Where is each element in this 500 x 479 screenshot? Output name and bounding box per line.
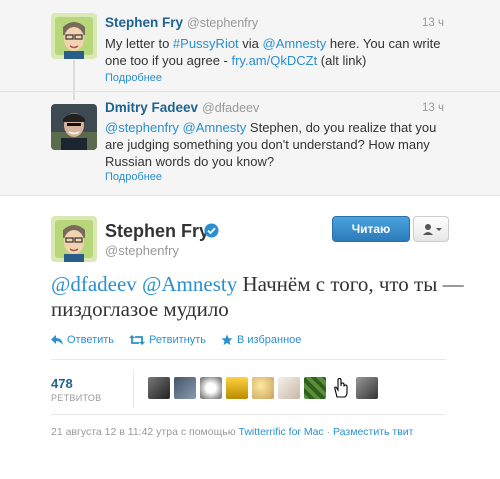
tweet-timestamp[interactable]: 21 августа 12 в 11:42 утра с помощью bbox=[51, 426, 236, 438]
mention-link[interactable]: @Amnesty bbox=[142, 272, 237, 296]
avatar[interactable] bbox=[174, 377, 196, 399]
avatar[interactable] bbox=[252, 377, 274, 399]
tweet-header: Stephen Fry @stephenfry bbox=[105, 15, 258, 30]
divider bbox=[51, 414, 446, 415]
avatar[interactable] bbox=[148, 377, 170, 399]
main-tweet: Stephen Fry @stephenfry Читаю @dfadeev @… bbox=[0, 197, 500, 479]
timestamp[interactable]: 13 ч bbox=[422, 102, 444, 114]
hand-cursor-icon bbox=[330, 377, 352, 399]
timestamp[interactable]: 13 ч bbox=[422, 17, 444, 29]
conversation-tweet[interactable]: Dmitry Fadeev @dfadeev 13 ч @stephenfry @… bbox=[0, 93, 500, 196]
author-name[interactable]: Stephen Fry bbox=[105, 221, 209, 242]
tweet-text: My letter to #PussyRiot via @Amnesty her… bbox=[105, 36, 441, 68]
mention-link[interactable]: @dfadeev bbox=[51, 272, 137, 296]
divider bbox=[51, 359, 446, 360]
author-name[interactable]: Stephen Fry bbox=[105, 15, 183, 30]
author-name[interactable]: Dmitry Fadeev bbox=[105, 100, 198, 115]
mention-link[interactable]: @Amnesty bbox=[183, 120, 247, 135]
author-handle[interactable]: @stephenfry bbox=[105, 243, 179, 258]
author-handle[interactable]: @stephenfry bbox=[187, 16, 258, 30]
star-icon bbox=[221, 334, 233, 345]
following-button[interactable]: Читаю bbox=[332, 216, 410, 242]
retweet-label: РЕТВИТОВ bbox=[51, 393, 102, 403]
author-handle[interactable]: @dfadeev bbox=[202, 101, 259, 115]
user-actions-button[interactable] bbox=[413, 216, 449, 242]
verified-badge-icon bbox=[204, 223, 219, 238]
avatar[interactable] bbox=[226, 377, 248, 399]
retweet-button[interactable]: Ретвитнуть bbox=[129, 334, 206, 346]
user-dropdown-icon bbox=[423, 224, 442, 235]
embed-tweet-link[interactable]: Разместить твит bbox=[333, 426, 413, 438]
avatar[interactable] bbox=[51, 104, 97, 150]
footer-separator: · bbox=[326, 426, 331, 438]
tweet-text: @stephenfry @Amnesty Stephen, do you rea… bbox=[105, 120, 437, 169]
avatar[interactable] bbox=[51, 216, 97, 262]
avatar[interactable] bbox=[200, 377, 222, 399]
conversation-tweet[interactable]: Stephen Fry @stephenfry 13 ч My letter to… bbox=[0, 0, 500, 92]
retweet-stats[interactable]: 478 РЕТВИТОВ bbox=[51, 376, 101, 403]
tweet-footer: 21 августа 12 в 11:42 утра с помощью Twi… bbox=[51, 426, 413, 438]
tweet-header: Dmitry Fadeev @dfadeev bbox=[105, 100, 259, 115]
mention-link[interactable]: @stephenfry bbox=[105, 120, 179, 135]
favorite-button[interactable]: В избранное bbox=[221, 334, 301, 346]
client-link[interactable]: Twitterrific for Mac bbox=[239, 426, 324, 438]
reply-icon bbox=[51, 335, 63, 345]
conversation-thread: Stephen Fry @stephenfry 13 ч My letter to… bbox=[0, 0, 500, 196]
mention-link[interactable]: @Amnesty bbox=[263, 36, 327, 51]
url-link[interactable]: fry.am/QkDCZt bbox=[231, 53, 317, 68]
avatar[interactable] bbox=[304, 377, 326, 399]
hashtag-link[interactable]: #PussyRiot bbox=[173, 36, 239, 51]
retweet-count: 478 bbox=[51, 376, 73, 391]
divider bbox=[133, 370, 134, 408]
retweet-icon bbox=[129, 335, 145, 345]
avatar[interactable] bbox=[356, 377, 378, 399]
reply-button[interactable]: Ответить bbox=[51, 334, 114, 346]
details-link[interactable]: Подробнее bbox=[105, 72, 162, 84]
details-link[interactable]: Подробнее bbox=[105, 171, 162, 183]
avatar[interactable] bbox=[278, 377, 300, 399]
tweet-text: @dfadeev @Amnesty Начнём с того, что ты … bbox=[51, 272, 464, 321]
avatar[interactable] bbox=[51, 13, 97, 59]
